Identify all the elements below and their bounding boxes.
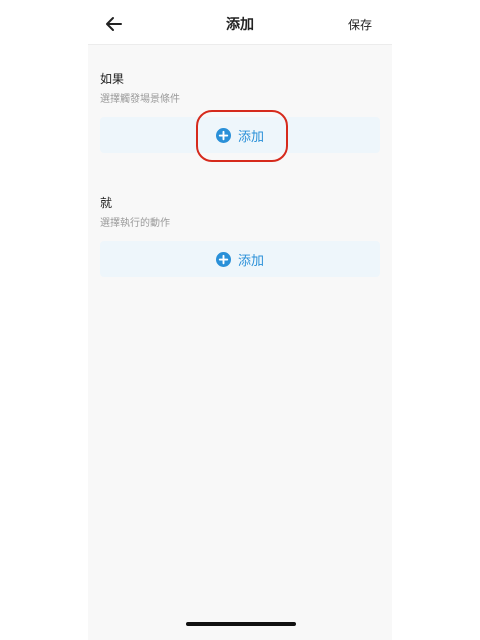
add-action-button[interactable]: 添加 <box>100 241 380 277</box>
phone-screen: 添加 保存 如果 選擇觸發場景條件 添加 就 選擇執行的動作 添加 <box>88 0 392 640</box>
add-action-content: 添加 <box>100 241 380 277</box>
then-section-subtitle: 選擇執行的動作 <box>100 218 170 229</box>
top-nav-bar: 添加 保存 <box>88 0 392 45</box>
add-condition-button[interactable]: 添加 <box>100 117 380 153</box>
plus-circle-icon <box>215 251 231 267</box>
home-indicator[interactable] <box>186 622 296 626</box>
if-section-title: 如果 <box>100 72 125 86</box>
add-action-label: 添加 <box>237 253 264 269</box>
add-condition-label: 添加 <box>237 129 264 145</box>
add-condition-content: 添加 <box>100 117 380 153</box>
then-section-title: 就 <box>100 196 113 210</box>
if-section-subtitle: 選擇觸發場景條件 <box>100 94 180 105</box>
save-button[interactable]: 保存 <box>348 16 372 33</box>
plus-circle-icon <box>215 127 231 143</box>
page-title: 添加 <box>226 17 254 33</box>
